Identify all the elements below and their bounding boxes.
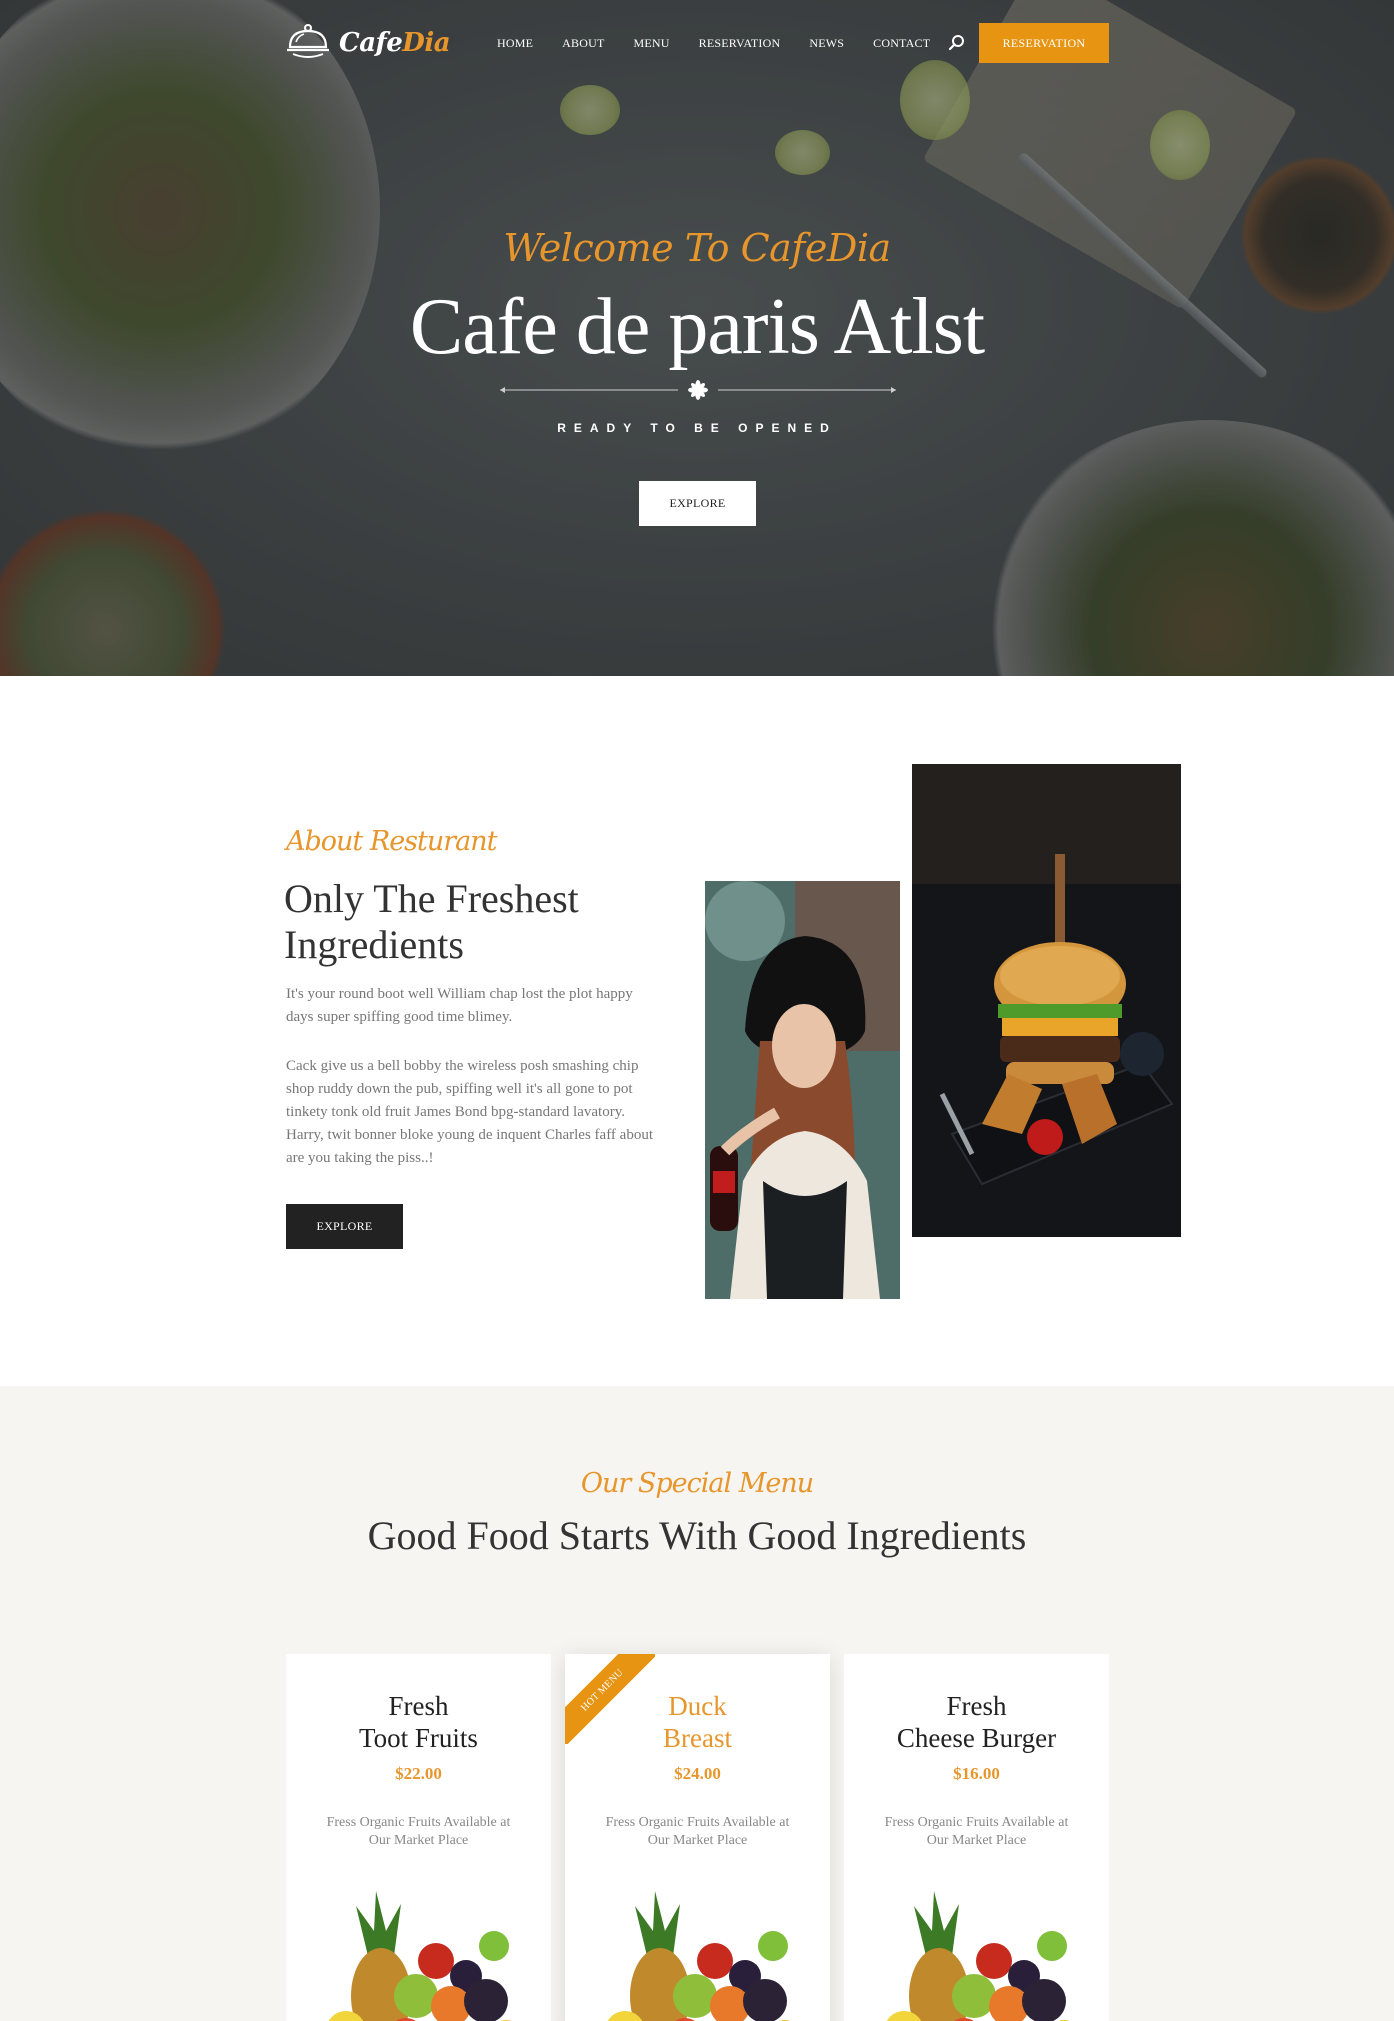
about-paragraph: It's your round boot well William chap l… (286, 986, 633, 1025)
menu-card-description: Fress Organic Fruits Available at Our Ma… (326, 1815, 511, 1848)
menu-card-price: $24.00 (674, 1764, 721, 1783)
logo-text: CafeDia (339, 28, 451, 58)
nav-menu[interactable]: MENU (633, 36, 669, 51)
hero-subtitle: READY TO BE OPENED (557, 421, 837, 435)
about-explore-button[interactable]: EXPLORE (286, 1204, 403, 1249)
hot-menu-ribbon: HOT MENU (565, 1654, 655, 1744)
fruit-basket-image (607, 1891, 791, 2021)
main-nav: HOME ABOUT MENU RESERVATION NEWS CONTACT (497, 36, 959, 51)
menu-card-price: $16.00 (953, 1764, 1000, 1783)
menu-card-featured[interactable]: HOT MENU Duck Breast $24.00 Fress Organic… (565, 1654, 830, 2021)
nav-news[interactable]: NEWS (809, 36, 844, 51)
search-icon[interactable] (948, 34, 966, 52)
menu-title: Good Food Starts With Good Ingredients (367, 1513, 1027, 1558)
hero-title: Cafe de paris Atlst (409, 283, 985, 371)
about-title: Only The Freshest Ingredients (284, 876, 579, 967)
menu-card-title: Fresh Toot Fruits (359, 1691, 478, 1753)
cloche-logo-icon (287, 24, 329, 58)
about-paragraph: Cack give us a bell bobby the wireless p… (286, 1058, 653, 1166)
fruit-basket-image (328, 1891, 512, 2021)
nav-contact[interactable]: CONTACT (873, 36, 930, 51)
menu-card-description: Fress Organic Fruits Available at Our Ma… (884, 1815, 1069, 1848)
menu-script-heading: Our Special Menu (580, 1468, 814, 1499)
about-script-heading: About Resturant (286, 826, 498, 857)
nav-home[interactable]: HOME (497, 36, 533, 51)
fruit-basket-image (886, 1891, 1070, 2021)
nav-reservation[interactable]: RESERVATION (699, 36, 781, 51)
logo[interactable]: CafeDia (285, 20, 451, 66)
menu-card[interactable]: Fresh Cheese Burger $16.00 Fress Organic … (844, 1654, 1109, 2021)
menu-card-price: $22.00 (395, 1764, 442, 1783)
flower-divider-icon (500, 380, 896, 400)
menu-card-description: Fress Organic Fruits Available at Our Ma… (605, 1815, 790, 1848)
woman-with-drink-photo (705, 881, 900, 1299)
reservation-button[interactable]: RESERVATION (979, 23, 1109, 63)
menu-card-title: Fresh Cheese Burger (896, 1691, 1057, 1753)
hero-explore-button[interactable]: EXPLORE (639, 481, 756, 526)
burger-photo (912, 764, 1181, 1237)
nav-about[interactable]: ABOUT (562, 36, 604, 51)
hero-script-heading: Welcome To CafeDia (503, 226, 891, 270)
menu-card[interactable]: Fresh Toot Fruits $22.00 Fress Organic Fr… (286, 1654, 551, 2021)
